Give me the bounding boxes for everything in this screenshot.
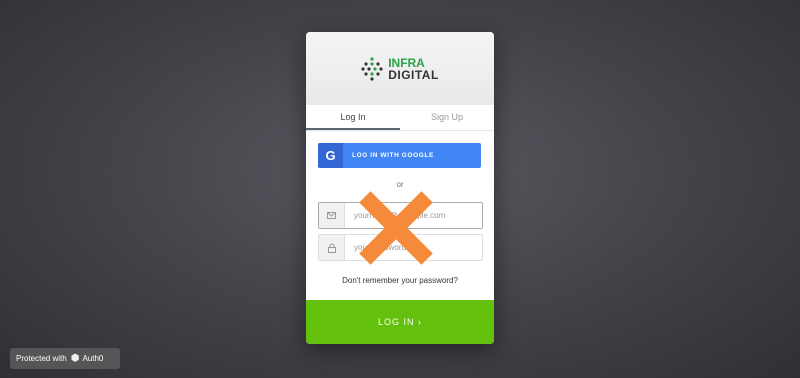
email-input[interactable] bbox=[352, 210, 481, 221]
badge-brand: Auth0 bbox=[82, 354, 104, 363]
logo-line2: DIGITAL bbox=[388, 67, 439, 82]
password-field[interactable] bbox=[318, 234, 483, 261]
tab-login[interactable]: Log In bbox=[306, 105, 400, 130]
tab-signup[interactable]: Sign Up bbox=[400, 105, 494, 130]
auth-tabs: Log In Sign Up bbox=[306, 105, 494, 131]
badge-text: Protected with bbox=[16, 354, 67, 363]
google-login-label: LOG IN WITH GOOGLE bbox=[352, 152, 434, 159]
lock-icon bbox=[319, 235, 345, 260]
auth0-shield-icon: ⬢ bbox=[70, 353, 80, 364]
or-separator: or bbox=[396, 180, 404, 189]
password-input[interactable] bbox=[352, 242, 481, 253]
google-login-button[interactable]: G LOG IN WITH GOOGLE bbox=[318, 143, 481, 168]
forgot-password-link[interactable]: Don't remember your password? bbox=[306, 276, 494, 285]
company-logo: INFRA DIGITAL bbox=[361, 56, 439, 82]
logo-dots-icon bbox=[361, 56, 383, 81]
email-field[interactable] bbox=[318, 202, 483, 229]
google-icon: G bbox=[318, 143, 343, 168]
email-icon bbox=[319, 203, 345, 228]
logo-line1: INFRA bbox=[388, 55, 425, 70]
auth0-badge[interactable]: Protected with ⬢ Auth0 bbox=[10, 348, 120, 369]
logo-text: INFRA DIGITAL bbox=[388, 57, 439, 81]
card-header: INFRA DIGITAL bbox=[306, 32, 494, 105]
login-card: INFRA DIGITAL Log In Sign Up G LOG IN WI… bbox=[306, 32, 494, 344]
login-submit-button[interactable]: LOG IN › bbox=[306, 300, 494, 344]
